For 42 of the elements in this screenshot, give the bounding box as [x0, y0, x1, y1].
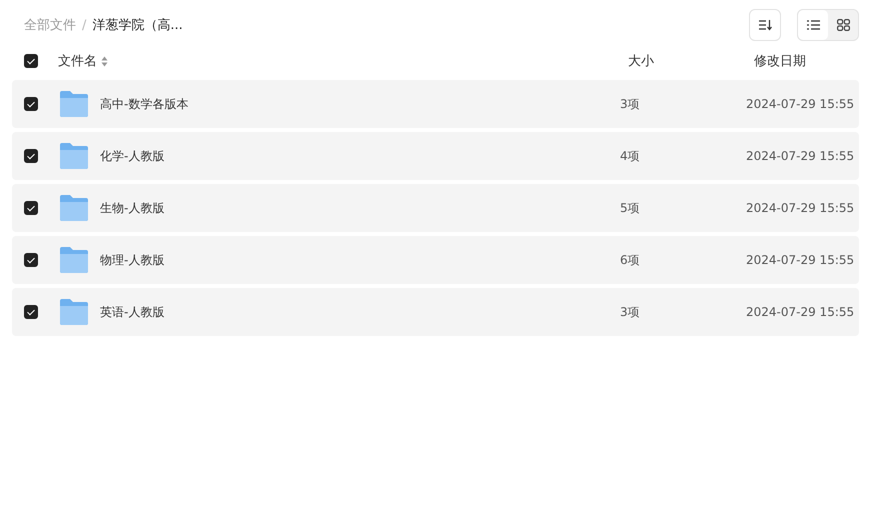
checkbox[interactable] [24, 201, 38, 215]
modified-date: 2024-07-29 15:55 [746, 253, 856, 267]
checkbox[interactable] [24, 253, 38, 267]
list-icon [806, 20, 820, 30]
item-count: 3项 [620, 96, 641, 112]
item-count: 5项 [620, 200, 641, 216]
file-row[interactable]: 英语-人教版 3项 2024-07-29 15:55 [12, 288, 859, 336]
item-count: 6项 [620, 252, 641, 268]
folder-icon [59, 246, 89, 274]
sort-button[interactable] [749, 9, 781, 41]
item-count: 4项 [620, 148, 641, 164]
modified-date: 2024-07-29 15:55 [746, 201, 856, 215]
modified-date: 2024-07-29 15:55 [746, 305, 856, 319]
sort-icon [758, 19, 772, 30]
file-row[interactable]: 生物-人教版 5项 2024-07-29 15:55 [12, 184, 859, 232]
breadcrumb-separator: / [82, 18, 86, 32]
file-row[interactable]: 高中-数学各版本 3项 2024-07-29 15:55 [12, 80, 859, 128]
file-name[interactable]: 物理-人教版 [100, 252, 620, 268]
grid-icon [836, 19, 850, 31]
checkbox[interactable] [24, 97, 38, 111]
file-name[interactable]: 化学-人教版 [100, 148, 620, 164]
folder-icon [59, 194, 89, 222]
modified-date: 2024-07-29 15:55 [746, 149, 856, 163]
file-name[interactable]: 英语-人教版 [100, 304, 620, 320]
breadcrumb-item: 洋葱学院（高... [92, 17, 183, 34]
checkbox[interactable] [24, 54, 38, 68]
file-row[interactable]: 化学-人教版 4项 2024-07-29 15:55 [12, 132, 859, 180]
folder-icon [59, 90, 89, 118]
column-header: 大小 [627, 53, 655, 70]
checkbox[interactable] [24, 305, 38, 319]
column-header[interactable]: 文件名 [58, 52, 97, 70]
file-row[interactable]: 物理-人教版 6项 2024-07-29 15:55 [12, 236, 859, 284]
checkbox[interactable] [24, 149, 38, 163]
item-count: 3项 [620, 304, 641, 320]
file-name[interactable]: 生物-人教版 [100, 200, 620, 216]
view-toggle[interactable] [798, 10, 828, 40]
file-name[interactable]: 高中-数学各版本 [100, 96, 620, 112]
sort-arrows-icon[interactable] [101, 56, 108, 66]
folder-icon [59, 298, 89, 326]
modified-date: 2024-07-29 15:55 [746, 97, 856, 111]
column-header: 修改日期 [753, 53, 807, 70]
folder-icon [59, 142, 89, 170]
